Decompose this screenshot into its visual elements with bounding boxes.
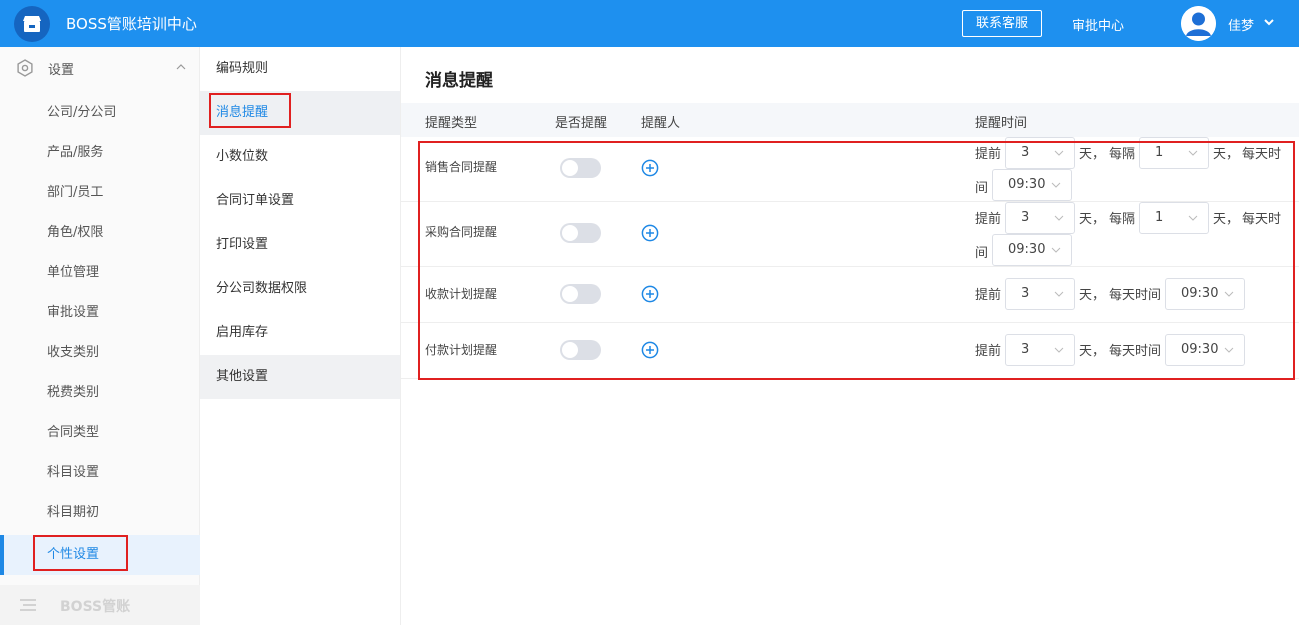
main-content: 消息提醒 提醒类型 是否提醒 提醒人 提醒时间 销售合同提醒 提前 3 天， 每… <box>401 47 1299 625</box>
sidebar-item-units[interactable]: 单位管理 <box>0 253 200 293</box>
chevron-down-icon[interactable] <box>1264 16 1274 30</box>
sidebar-item-contract-types[interactable]: 合同类型 <box>0 413 200 453</box>
column-header-type: 提醒类型 <box>425 116 478 131</box>
approval-center-link[interactable]: 审批中心 <box>1072 15 1124 34</box>
sidebar-item-tax[interactable]: 税费类别 <box>0 373 200 413</box>
user-name[interactable]: 佳梦 <box>1228 15 1254 34</box>
sidebar-item-income-expense[interactable]: 收支类别 <box>0 333 200 373</box>
subnav-item-decimal-places[interactable]: 小数位数 <box>200 135 400 179</box>
app-logo[interactable] <box>14 6 50 42</box>
top-bar: BOSS管账培训中心 联系客服 审批中心 佳梦 <box>0 0 1299 47</box>
app-title: BOSS管账培训中心 <box>66 15 197 33</box>
sidebar-item-departments[interactable]: 部门/员工 <box>0 173 200 213</box>
sidebar-section-label: 设置 <box>48 63 75 78</box>
sidebar-item-approval[interactable]: 审批设置 <box>0 293 200 333</box>
subnav-item-enable-inventory[interactable]: 启用库存 <box>200 311 400 355</box>
sidebar-item-company[interactable]: 公司/分公司 <box>0 93 200 133</box>
gear-icon <box>17 59 33 77</box>
store-icon <box>23 16 41 32</box>
table-header: 提醒类型 是否提醒 提醒人 提醒时间 <box>401 103 1299 137</box>
column-header-person: 提醒人 <box>641 116 681 131</box>
sidebar-item-products[interactable]: 产品/服务 <box>0 133 200 173</box>
subnav-item-print[interactable]: 打印设置 <box>200 223 400 267</box>
subnav-item-other[interactable]: 其他设置 <box>200 355 400 399</box>
user-avatar[interactable] <box>1181 6 1216 41</box>
subnav-item-contract-order[interactable]: 合同订单设置 <box>200 179 400 223</box>
subnav-item-coding-rules[interactable]: 编码规则 <box>200 47 400 91</box>
column-header-enabled: 是否提醒 <box>555 116 608 131</box>
highlight-box <box>33 535 128 571</box>
page-title: 消息提醒 <box>425 71 493 91</box>
highlight-box <box>418 141 1295 380</box>
user-icon <box>1181 6 1216 41</box>
menu-icon <box>20 599 36 611</box>
sidebar-item-opening-balance[interactable]: 科目期初 <box>0 493 200 533</box>
sidebar-bottom-label: BOSS管账 <box>60 599 131 615</box>
contact-support-button[interactable]: 联系客服 <box>962 10 1042 37</box>
chevron-up-icon[interactable] <box>176 63 186 71</box>
subnav-item-branch-permissions[interactable]: 分公司数据权限 <box>200 267 400 311</box>
highlight-box <box>209 93 291 128</box>
sidebar-item-accounts[interactable]: 科目设置 <box>0 453 200 493</box>
sidebar-boss-section[interactable]: BOSS管账 <box>0 585 200 625</box>
sidebar: 设置 公司/分公司 产品/服务 部门/员工 角色/权限 单位管理 审批设置 收支… <box>0 47 200 625</box>
settings-subnav: 编码规则 消息提醒 小数位数 合同订单设置 打印设置 分公司数据权限 启用库存 … <box>200 47 401 625</box>
sidebar-section-settings[interactable]: 设置 <box>0 47 200 89</box>
sidebar-item-roles[interactable]: 角色/权限 <box>0 213 200 253</box>
column-header-time: 提醒时间 <box>975 116 1028 131</box>
